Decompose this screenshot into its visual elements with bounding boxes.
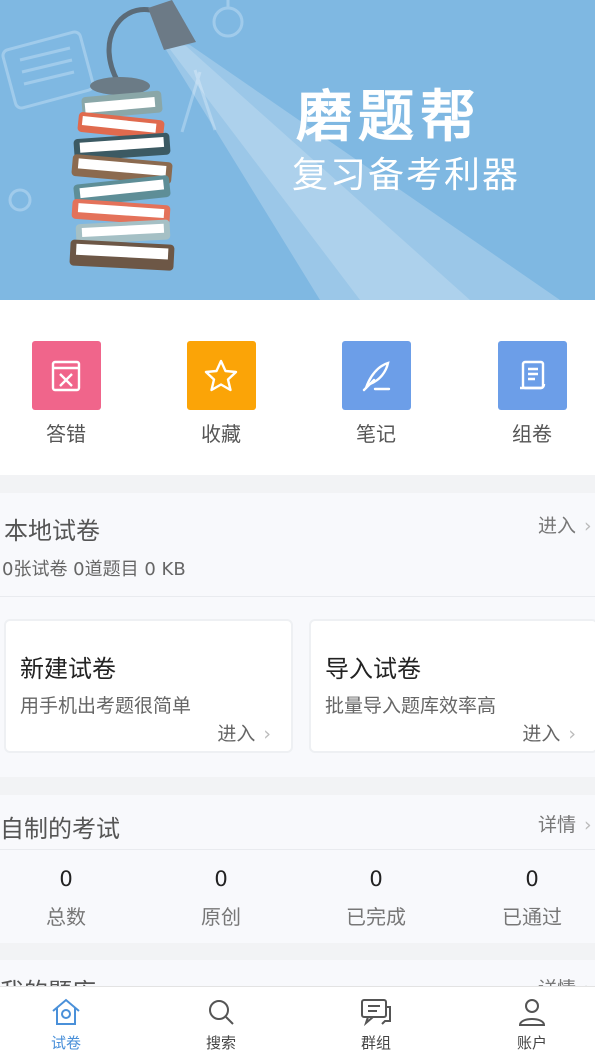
tab-groups-label: 群组 bbox=[360, 1034, 391, 1052]
stat-original-value: 0 bbox=[214, 867, 228, 891]
local-papers-section: 本地试卷 进入 › 0张试卷 0道题目 0 KB 新建试卷 用手机出考题很简单 进… bbox=[0, 493, 595, 777]
local-papers-title: 本地试卷 bbox=[4, 517, 100, 545]
stat-total-value: 0 bbox=[59, 867, 73, 891]
enter-label: 进入 bbox=[522, 723, 561, 745]
stat-passed-value: 0 bbox=[525, 867, 539, 891]
wrong-answers-icon bbox=[31, 341, 101, 410]
app-slogan: 复习备考利器 bbox=[292, 155, 521, 196]
home-icon bbox=[52, 998, 80, 1025]
details-label: 详情 bbox=[538, 814, 577, 836]
divider bbox=[0, 849, 595, 850]
import-paper-card[interactable]: 导入试卷 批量导入题库效率高 进入 › bbox=[309, 619, 595, 753]
tab-search[interactable]: 搜索 bbox=[171, 997, 271, 1053]
wrong-answers-button[interactable]: 答错 bbox=[6, 341, 126, 451]
hero-banner: 磨题帮 复习备考利器 bbox=[0, 0, 595, 300]
tab-groups[interactable]: 群组 bbox=[326, 997, 426, 1053]
enter-label: 进入 bbox=[217, 723, 256, 745]
scroll-paper-icon bbox=[497, 341, 567, 410]
chevron-right-icon: › bbox=[263, 723, 271, 745]
local-papers-enter-link[interactable]: 进入 › bbox=[538, 511, 592, 538]
chat-icon bbox=[361, 999, 391, 1027]
divider bbox=[0, 596, 595, 597]
notes-button[interactable]: 笔记 bbox=[316, 341, 436, 451]
wrong-answers-label: 答错 bbox=[46, 422, 86, 446]
stat-completed[interactable]: 0 已完成 bbox=[316, 867, 436, 930]
app-screen: 磨题帮 复习备考利器 答错 收藏 笔记 组卷 本地试卷 进入 › 0张试卷 0道… bbox=[0, 0, 595, 1055]
new-paper-title: 新建试卷 bbox=[20, 655, 116, 683]
favorites-label: 收藏 bbox=[201, 422, 241, 446]
local-papers-stats: 0张试卷 0道题目 0 KB bbox=[2, 559, 186, 580]
stat-original[interactable]: 0 原创 bbox=[161, 867, 281, 930]
feather-pen-icon bbox=[341, 341, 411, 410]
custom-exams-title: 自制的考试 bbox=[0, 815, 120, 843]
tab-account[interactable]: 账户 bbox=[482, 997, 582, 1053]
import-paper-enter[interactable]: 进入 › bbox=[522, 719, 576, 746]
tab-papers[interactable]: 试卷 bbox=[16, 997, 116, 1053]
chevron-right-icon: › bbox=[584, 814, 592, 836]
stat-passed-label: 已通过 bbox=[502, 905, 562, 929]
app-logo-title: 磨题帮 bbox=[296, 84, 482, 150]
custom-exams-details-link[interactable]: 详情 › bbox=[538, 810, 592, 837]
compose-paper-label: 组卷 bbox=[512, 422, 552, 446]
stat-passed[interactable]: 0 已通过 bbox=[472, 867, 592, 930]
import-paper-title: 导入试卷 bbox=[325, 655, 421, 683]
new-paper-enter[interactable]: 进入 › bbox=[217, 719, 271, 746]
chevron-right-icon: › bbox=[568, 723, 576, 745]
search-icon bbox=[209, 1000, 234, 1025]
stat-completed-label: 已完成 bbox=[346, 905, 406, 929]
tab-papers-label: 试卷 bbox=[50, 1034, 81, 1052]
bottom-tab-bar: 试卷 搜索 群组 账户 bbox=[0, 986, 595, 1055]
import-paper-subtitle: 批量导入题库效率高 bbox=[325, 695, 497, 717]
chevron-right-icon: › bbox=[584, 515, 592, 537]
compose-paper-button[interactable]: 组卷 bbox=[472, 341, 592, 451]
stat-total-label: 总数 bbox=[46, 905, 86, 929]
tab-account-label: 账户 bbox=[516, 1034, 547, 1052]
tab-search-label: 搜索 bbox=[205, 1034, 236, 1052]
stat-completed-value: 0 bbox=[369, 867, 383, 891]
favorites-button[interactable]: 收藏 bbox=[161, 341, 281, 451]
user-icon bbox=[518, 999, 546, 1026]
new-paper-card[interactable]: 新建试卷 用手机出考题很简单 进入 › bbox=[4, 619, 293, 753]
star-icon bbox=[186, 341, 256, 410]
notes-label: 笔记 bbox=[356, 422, 396, 446]
custom-exams-section: 自制的考试 详情 › 0 总数 0 原创 0 已完成 0 已通过 bbox=[0, 795, 595, 943]
new-paper-subtitle: 用手机出考题很简单 bbox=[20, 695, 192, 717]
enter-label: 进入 bbox=[538, 515, 577, 537]
stat-original-label: 原创 bbox=[201, 905, 241, 929]
stat-total[interactable]: 0 总数 bbox=[6, 867, 126, 930]
quick-actions: 答错 收藏 笔记 组卷 bbox=[0, 300, 595, 475]
